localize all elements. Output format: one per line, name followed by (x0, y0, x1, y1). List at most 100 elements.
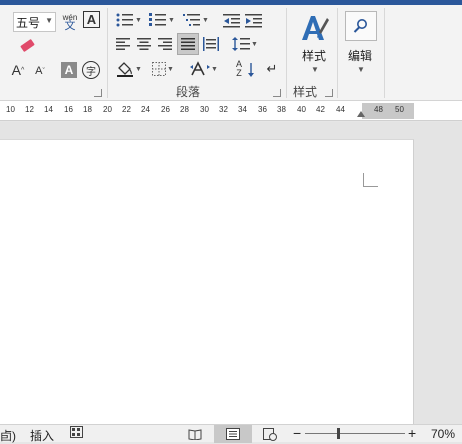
chevron-down-icon[interactable]: ▼ (311, 65, 319, 74)
chinese-layout-button[interactable]: ▼ (188, 59, 220, 79)
ruler-margin-region (362, 103, 414, 119)
character-border-button[interactable]: A (83, 11, 100, 28)
styles-icon (302, 16, 329, 40)
zoom-slider-track[interactable] (305, 433, 405, 434)
group-divider (286, 8, 287, 98)
ruler-tick-label: 24 (141, 105, 150, 114)
document-page[interactable] (0, 139, 414, 424)
zoom-out-button[interactable]: − (293, 425, 301, 441)
ruler-tick-label: 30 (200, 105, 209, 114)
edit-button-label: 编辑 (348, 49, 373, 63)
ruler-tick-label: 36 (258, 105, 267, 114)
paragraph-group-label: 段落 (176, 85, 201, 99)
grow-font-button[interactable]: A ^ (9, 60, 27, 80)
ruler-tick-label: 38 (277, 105, 286, 114)
distributed-button[interactable] (201, 35, 221, 53)
chevron-down-icon[interactable]: ▼ (251, 41, 258, 48)
read-mode-button[interactable] (183, 425, 207, 443)
ruler-tick-label: 28 (180, 105, 189, 114)
distributed-icon (203, 37, 219, 51)
chevron-down-icon[interactable]: ▼ (135, 17, 142, 24)
print-layout-button[interactable] (214, 425, 252, 443)
chevron-down-icon[interactable]: ▼ (202, 17, 209, 24)
print-layout-icon (226, 428, 240, 440)
borders-icon (152, 62, 167, 76)
chevron-down-icon[interactable]: ▼ (135, 66, 142, 73)
bullets-button[interactable]: ▼ (114, 11, 144, 29)
chevron-down-icon[interactable]: ▼ (357, 65, 365, 74)
right-indent-marker-icon[interactable] (357, 111, 365, 117)
show-formatting-marks-button[interactable]: ↵ (263, 60, 281, 78)
character-shading-button[interactable]: A (61, 62, 77, 78)
align-left-button[interactable] (113, 35, 133, 53)
phonetic-guide-button[interactable]: wén 文 (61, 10, 79, 34)
paragraph-mark-icon: ↵ (266, 61, 278, 76)
down-caret-icon: ˇ (42, 67, 45, 75)
status-language-fragment[interactable]: 卣) (0, 427, 16, 444)
align-center-button[interactable] (134, 35, 154, 53)
horizontal-ruler[interactable]: 10 12 14 16 18 20 22 24 26 28 30 32 34 36 38 40 42 44 48 50 (0, 101, 462, 121)
zoom-in-button[interactable]: + (408, 425, 416, 441)
chevron-down-icon[interactable]: ▼ (211, 66, 218, 73)
editing-button[interactable] (345, 11, 377, 41)
group-divider (337, 8, 338, 98)
chevron-down-icon[interactable]: ▼ (168, 17, 175, 24)
font-size-combo[interactable]: 五号 ▼ (13, 12, 56, 32)
clear-formatting-button[interactable] (18, 37, 36, 53)
ruler-tick-label: 44 (336, 105, 345, 114)
enclose-characters-label: 字 (86, 66, 96, 78)
shading-button[interactable]: ▼ (112, 58, 146, 80)
ruler-tick-label: 40 (297, 105, 306, 114)
status-bar: 卣) 插入 − + 70% (0, 424, 462, 444)
align-right-button[interactable] (155, 35, 175, 53)
align-center-icon (137, 38, 151, 50)
grow-font-label: A (11, 62, 22, 78)
enclose-characters-button[interactable]: 字 (82, 61, 100, 79)
ruler-tick-label: 16 (64, 105, 73, 114)
justify-icon (181, 38, 195, 50)
chevron-down-icon[interactable]: ▼ (45, 16, 53, 25)
macro-record-icon[interactable] (70, 426, 84, 442)
page-corner-mark (363, 173, 378, 187)
up-caret-icon: ^ (21, 66, 25, 74)
ruler-tick-label: 14 (44, 105, 53, 114)
ruler-tick-label: 32 (219, 105, 228, 114)
align-left-icon (116, 38, 130, 50)
styles-dialog-launcher-icon[interactable] (325, 89, 333, 97)
numbering-button[interactable]: ▼ (147, 11, 177, 29)
group-divider (384, 8, 385, 98)
sort-label-z: Z (236, 68, 242, 78)
character-border-label: A (86, 12, 97, 27)
sort-button[interactable]: A Z (230, 58, 248, 80)
styles-group-label: 样式 (293, 85, 318, 99)
paragraph-dialog-launcher-icon[interactable] (273, 89, 281, 97)
borders-button[interactable]: ▼ (147, 60, 179, 78)
ruler-tick-label: 10 (6, 105, 15, 114)
shrink-font-button[interactable]: Aˇ (32, 62, 48, 80)
find-magnifier-icon (353, 19, 367, 33)
font-dialog-launcher-icon[interactable] (94, 89, 102, 97)
decrease-indent-button[interactable] (222, 12, 242, 29)
multilevel-list-button[interactable]: ▼ (180, 11, 212, 29)
chevron-down-icon[interactable]: ▼ (167, 66, 174, 73)
styles-gallery-button[interactable] (296, 10, 332, 46)
web-layout-button[interactable] (258, 425, 282, 443)
read-mode-icon (188, 429, 202, 440)
numbering-icon (149, 13, 167, 26)
zoom-level[interactable]: 70% (431, 427, 455, 441)
paint-bucket-icon (117, 62, 134, 77)
zoom-slider-thumb[interactable] (337, 428, 340, 439)
line-spacing-icon (232, 37, 251, 51)
character-shading-label: A (64, 63, 74, 77)
ruler-tick-label: 50 (395, 105, 404, 114)
increase-indent-button[interactable] (244, 12, 264, 29)
multilevel-list-icon (183, 14, 201, 26)
ruler-tick-label: 26 (161, 105, 170, 114)
shrink-font-label: A (35, 65, 43, 77)
justify-button[interactable] (177, 33, 199, 55)
decrease-indent-icon (223, 13, 240, 27)
group-divider (107, 8, 108, 98)
sort-arrow-icon (248, 63, 254, 77)
line-spacing-button[interactable]: ▼ (230, 35, 260, 53)
insert-mode-indicator[interactable]: 插入 (30, 427, 54, 444)
